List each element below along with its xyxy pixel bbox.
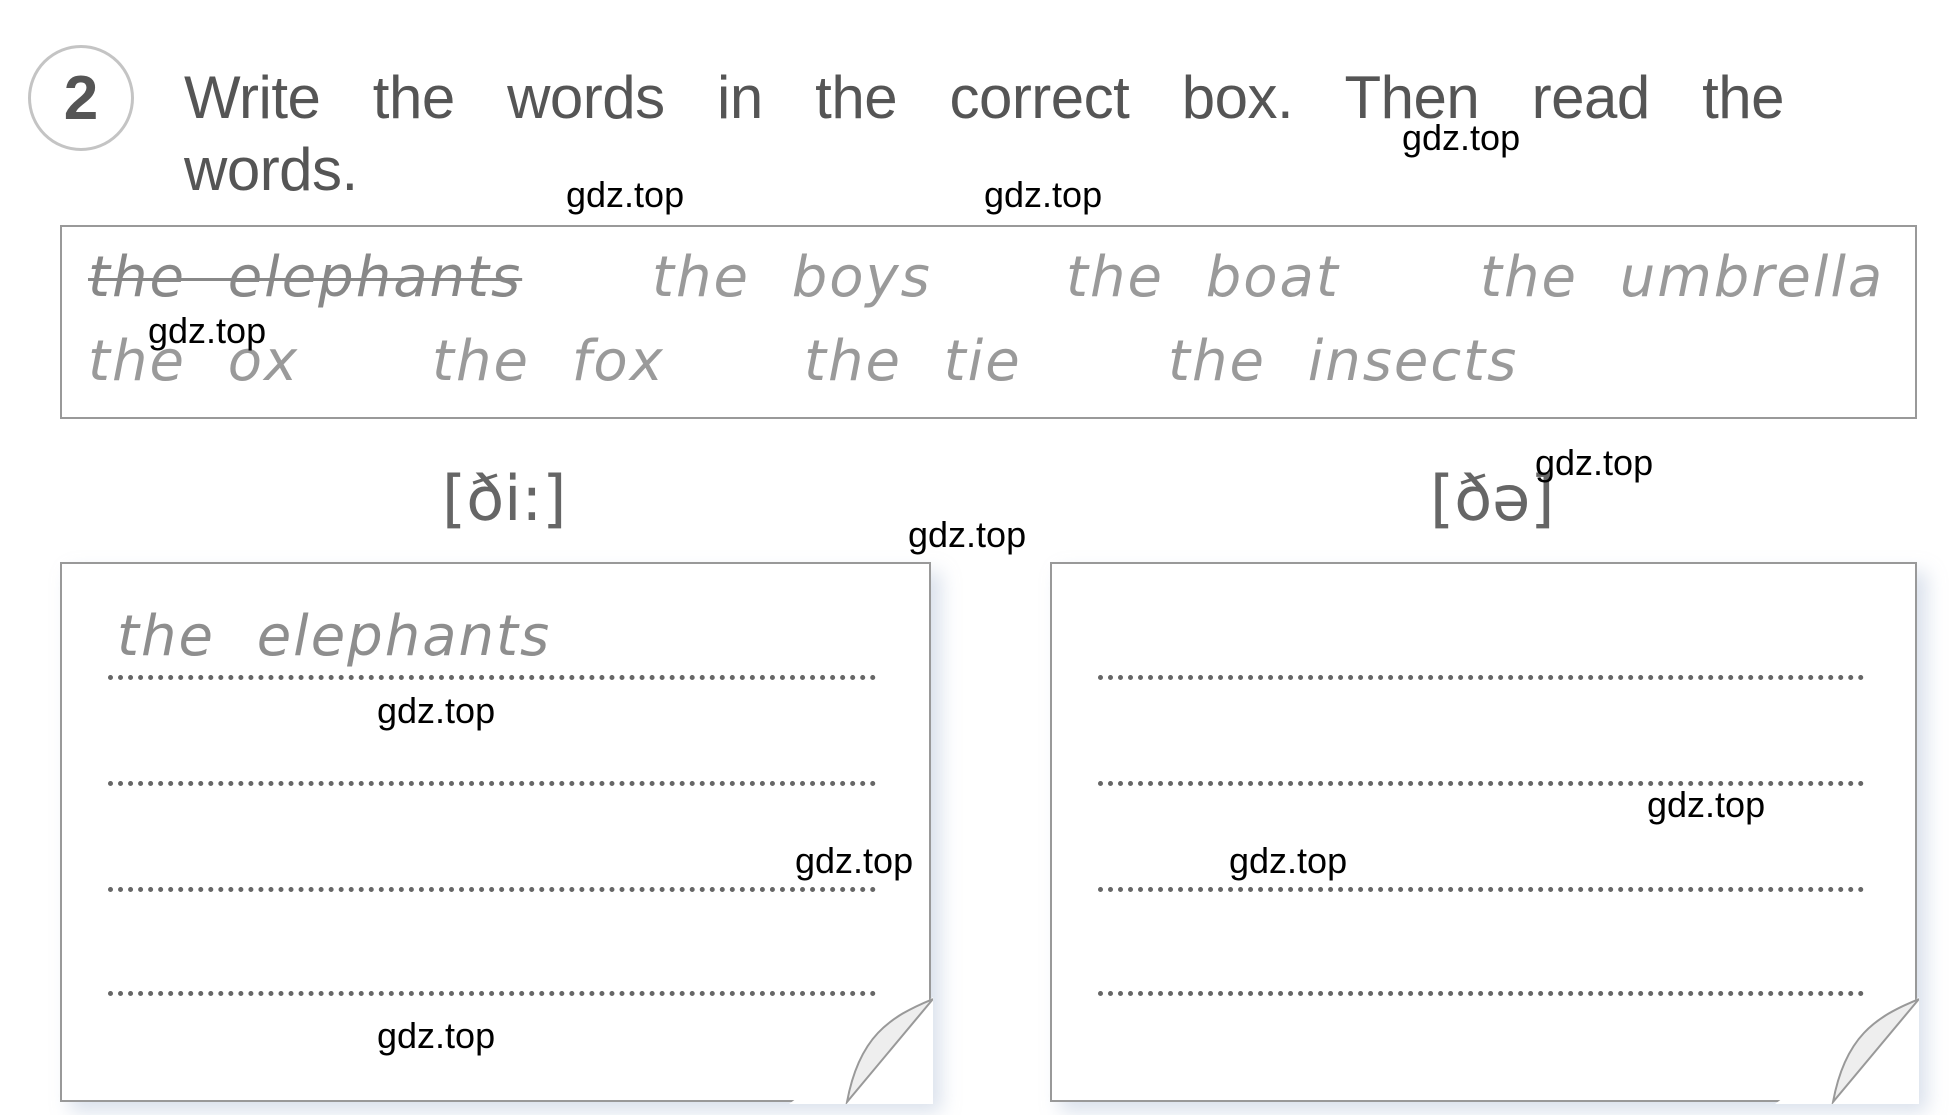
answer-line[interactable] xyxy=(1098,675,1864,680)
word-bank-item: the insects xyxy=(1168,329,1519,394)
answer-entry: the elephants xyxy=(117,604,552,669)
exercise-page: 2 Write the words in the correct box. Th… xyxy=(0,0,1960,1115)
page-curl-icon xyxy=(1775,997,1919,1104)
watermark: gdz.top xyxy=(1402,117,1521,158)
watermark: gdz.top xyxy=(1647,784,1766,825)
watermark: gdz.top xyxy=(377,690,496,731)
word-crossed-out: the elephants xyxy=(88,245,523,310)
word-bank-item: the umbrella xyxy=(1480,245,1885,310)
word-bank-item: the tie xyxy=(804,329,1022,394)
answer-box-dhe xyxy=(1050,562,1919,1104)
watermark: gdz.top xyxy=(377,1015,496,1056)
page-curl-icon xyxy=(789,997,933,1104)
watermark: gdz.top xyxy=(1229,840,1348,881)
word-bank: the elephants the boys the boat the umbr… xyxy=(60,225,1917,419)
watermark: gdz.top xyxy=(795,840,914,881)
answer-line[interactable] xyxy=(108,781,876,786)
word-bank-item: the boys xyxy=(652,245,932,310)
box-label-dhi: [ði:] xyxy=(442,462,567,535)
answer-box-dhi: the elephants xyxy=(60,562,933,1104)
answer-line[interactable] xyxy=(108,991,876,996)
watermark: gdz.top xyxy=(984,174,1103,215)
answer-line[interactable] xyxy=(1098,991,1864,996)
word-bank-item: the boat xyxy=(1066,245,1340,310)
exercise-number: 2 xyxy=(28,45,134,151)
watermark: gdz.top xyxy=(566,174,685,215)
watermark: gdz.top xyxy=(1535,442,1654,483)
watermark: gdz.top xyxy=(908,514,1027,555)
answer-line[interactable] xyxy=(108,675,876,680)
answer-line[interactable] xyxy=(1098,887,1864,892)
watermark: gdz.top xyxy=(148,310,267,351)
answer-line[interactable] xyxy=(108,887,876,892)
word-bank-item: the fox xyxy=(432,329,665,394)
